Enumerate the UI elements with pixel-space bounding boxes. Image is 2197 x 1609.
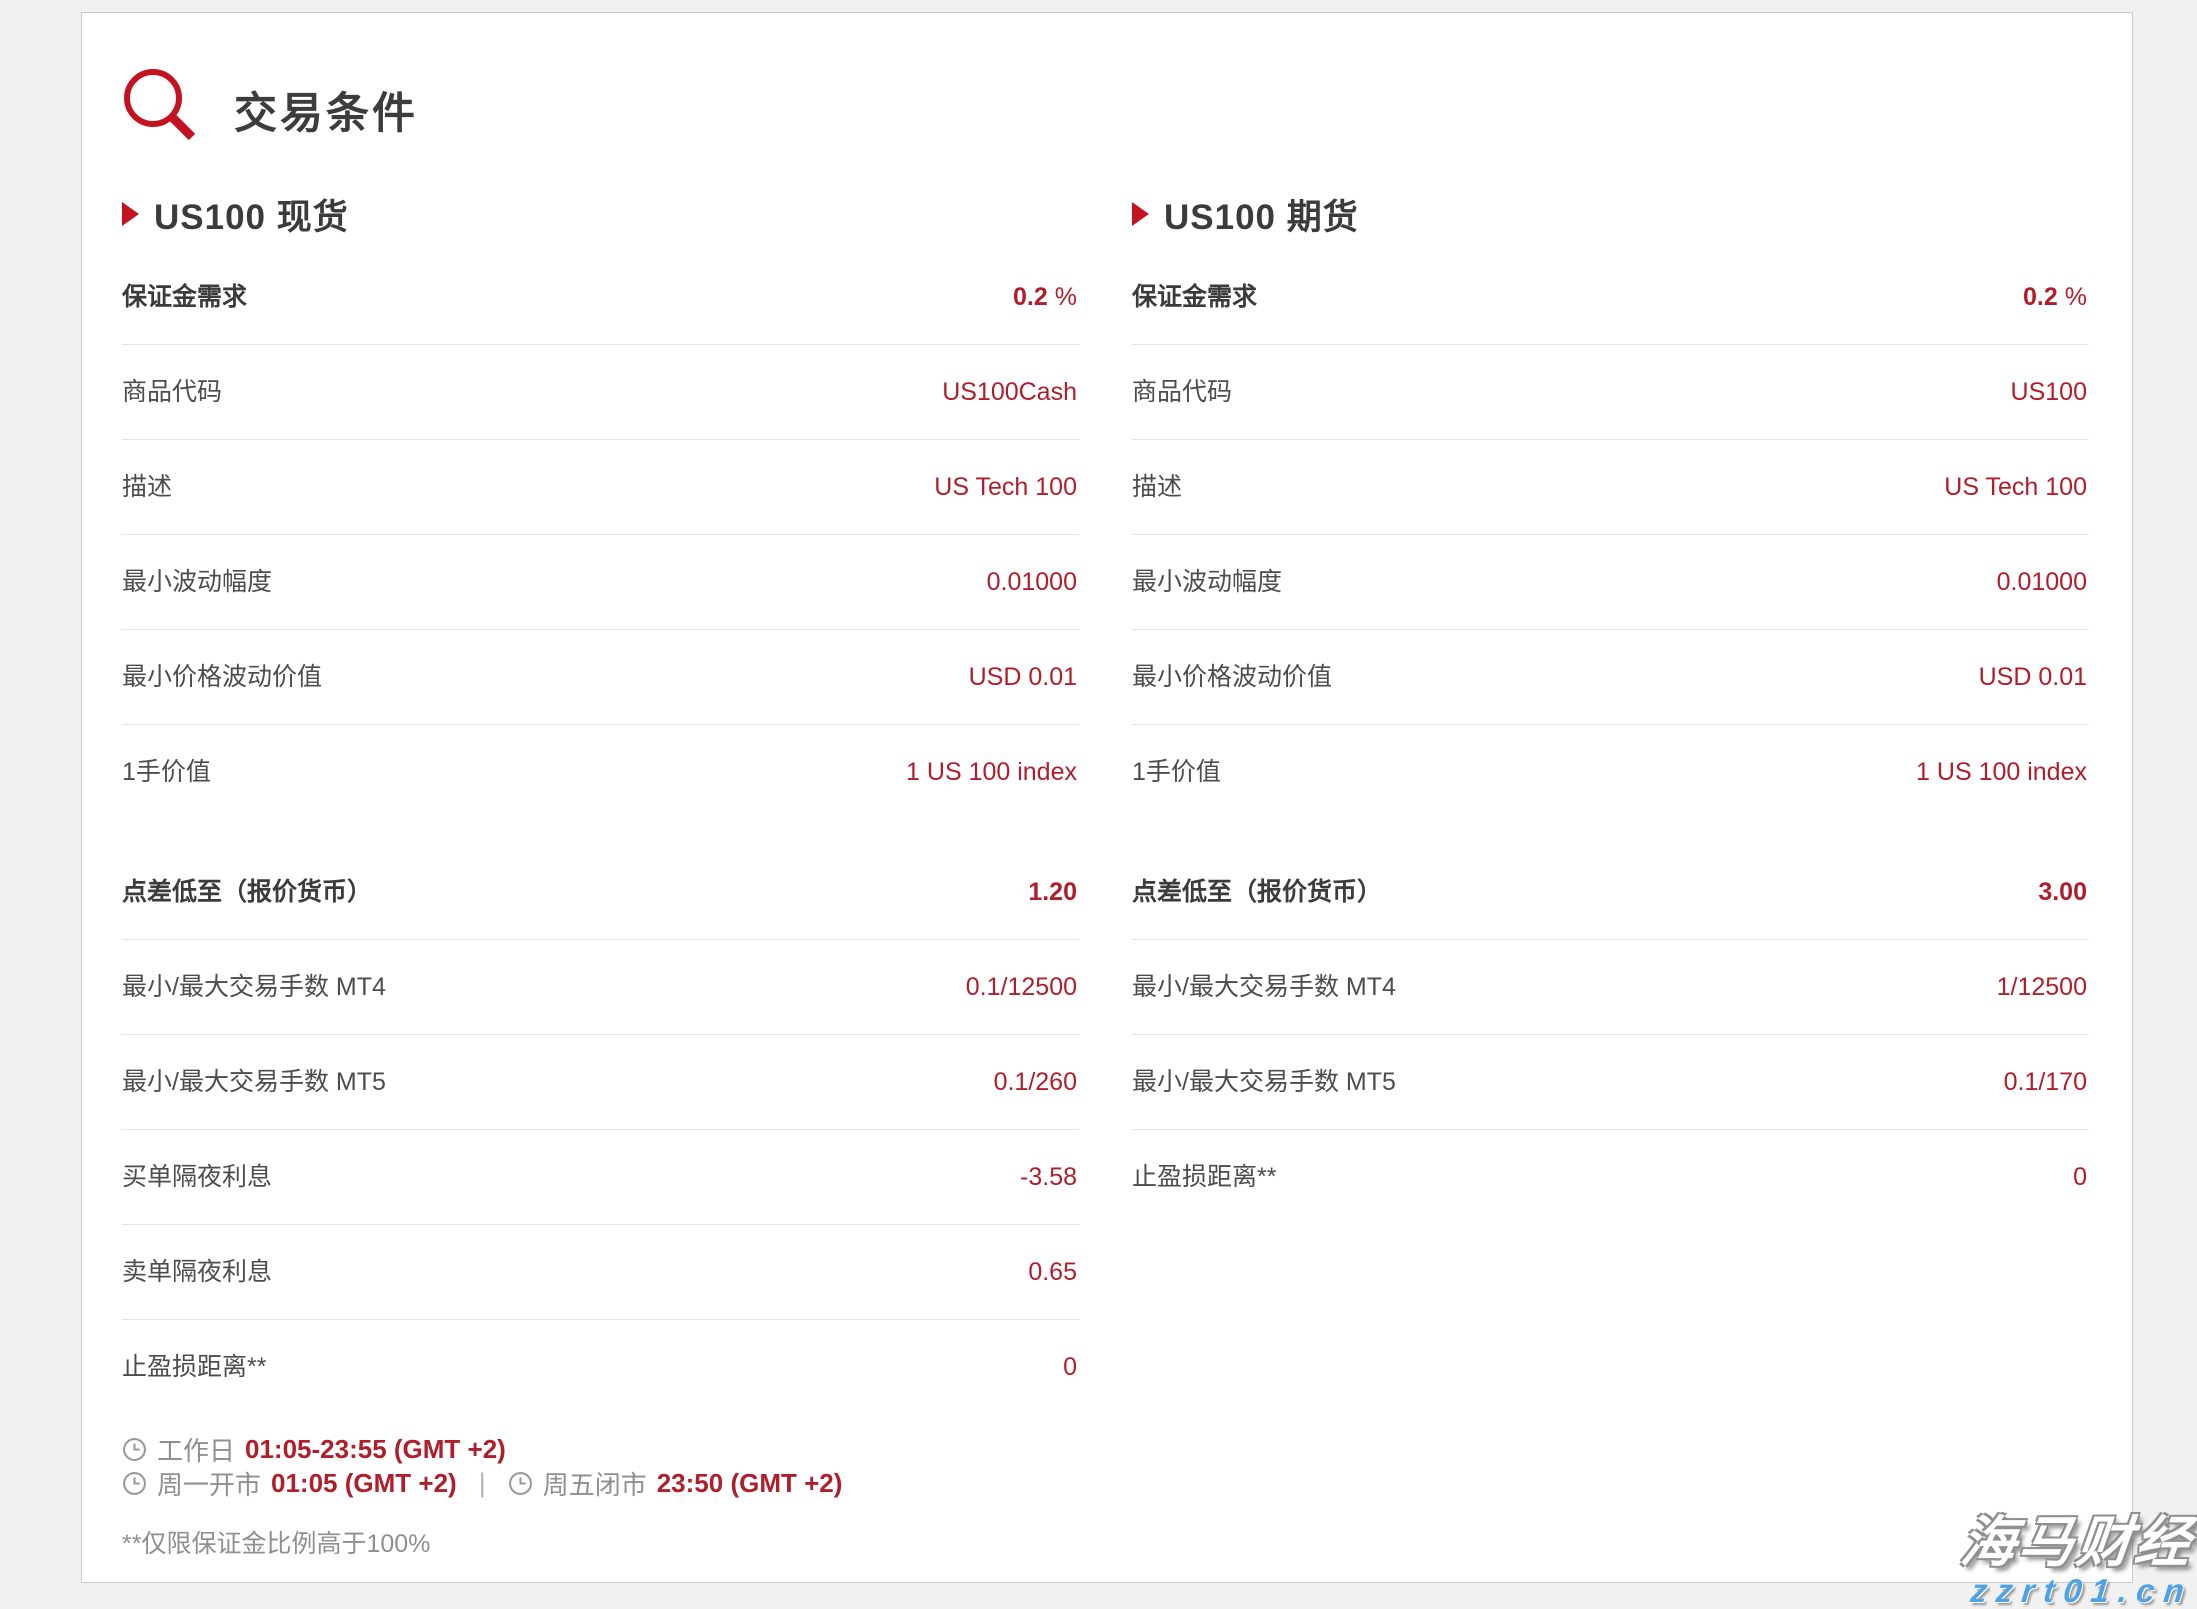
- row-value: 0.1/12500: [966, 973, 1077, 1001]
- row-label: 最小/最大交易手数 MT5: [122, 1068, 386, 1096]
- row-label: 最小/最大交易手数 MT4: [122, 973, 386, 1001]
- row-value: 0: [2073, 1163, 2087, 1191]
- row-label: 描述: [122, 473, 172, 501]
- row-value: 0.65: [1028, 1258, 1077, 1286]
- row-label: 止盈损距离**: [122, 1353, 266, 1381]
- table-row: 最小波动幅度 0.01000: [1132, 535, 2089, 630]
- clock-icon: [122, 1471, 147, 1496]
- table-row: 止盈损距离** 0: [1132, 1130, 2089, 1224]
- triangle-marker-icon: [1132, 202, 1149, 226]
- hours-separator: |: [479, 1468, 486, 1499]
- table-row: 描述 US Tech 100: [1132, 440, 2089, 535]
- row-value: 1 US 100 index: [1916, 758, 2087, 786]
- column-heading-futures: US100 期货: [1132, 194, 2089, 234]
- monday-open-time: 01:05 (GMT +2): [271, 1468, 457, 1499]
- row-value: 0.01000: [1997, 568, 2087, 596]
- magnifier-icon: [122, 67, 204, 153]
- page-title: 交易条件: [234, 79, 418, 141]
- row-value: 1.20: [1028, 878, 1077, 906]
- table-row: 1手价值 1 US 100 index: [1132, 725, 2089, 819]
- weekday-label: 工作日: [157, 1431, 235, 1468]
- row-value: 0: [1063, 1353, 1077, 1381]
- column-us100-cash: US100 现货 保证金需求 0.2% 商品代码 US100Cash 描述 US…: [122, 194, 1079, 1560]
- row-value: -3.58: [1020, 1163, 1077, 1191]
- row-label: 点差低至（报价货币）: [122, 878, 372, 906]
- row-value: US Tech 100: [934, 473, 1077, 501]
- column-heading-cash: US100 现货: [122, 194, 1079, 234]
- row-value: 1/12500: [1997, 973, 2087, 1001]
- row-label: 保证金需求: [1132, 283, 1257, 311]
- watermark: 海马财经 zzrt01.cn: [1961, 1515, 2193, 1607]
- table-row: 点差低至（报价货币） 3.00: [1132, 845, 2089, 940]
- column-us100-futures: US100 期货 保证金需求 0.2% 商品代码 US100 描述 US Tec…: [1132, 194, 2089, 1560]
- row-label: 描述: [1132, 473, 1182, 501]
- weekday-time: 01:05-23:55 (GMT +2): [245, 1434, 506, 1465]
- row-label: 最小波动幅度: [1132, 568, 1282, 596]
- monday-open-label: 周一开市: [157, 1465, 261, 1502]
- row-label: 最小价格波动价值: [122, 663, 322, 691]
- row-value: 0.1/170: [2004, 1068, 2087, 1096]
- trading-hours: 工作日 01:05-23:55 (GMT +2) 周一开市 01:05 (GMT…: [122, 1432, 1079, 1500]
- column-heading-text: US100 现货: [154, 189, 349, 240]
- table-row: 点差低至（报价货币） 1.20: [122, 845, 1079, 940]
- table-row: 最小波动幅度 0.01000: [122, 535, 1079, 630]
- page-header: 交易条件: [122, 64, 2089, 156]
- table-row: 最小价格波动价值 USD 0.01: [122, 630, 1079, 725]
- row-value: US100Cash: [942, 378, 1077, 406]
- clock-icon: [122, 1437, 147, 1462]
- row-label: 最小价格波动价值: [1132, 663, 1332, 691]
- row-label: 商品代码: [122, 378, 222, 406]
- table-row: 1手价值 1 US 100 index: [122, 725, 1079, 819]
- row-value: 0.2%: [1013, 283, 1077, 311]
- row-label: 卖单隔夜利息: [122, 1258, 272, 1286]
- clock-icon: [508, 1471, 533, 1496]
- table-row: 保证金需求 0.2%: [1132, 250, 2089, 345]
- trading-conditions-card: 交易条件 US100 现货 保证金需求 0.2% 商品代码 US100Cash …: [81, 12, 2133, 1583]
- table-row: 最小/最大交易手数 MT5 0.1/170: [1132, 1035, 2089, 1130]
- margin-footnote: **仅限保证金比例高于100%: [122, 1524, 1079, 1560]
- conditions-table-futures: 保证金需求 0.2% 商品代码 US100 描述 US Tech 100 最小波…: [1132, 250, 2089, 1224]
- row-value: USD 0.01: [969, 663, 1077, 691]
- table-row: 最小/最大交易手数 MT4 0.1/12500: [122, 940, 1079, 1035]
- row-label: 最小/最大交易手数 MT4: [1132, 973, 1396, 1001]
- row-label: 止盈损距离**: [1132, 1163, 1276, 1191]
- row-label: 保证金需求: [122, 283, 247, 311]
- weekday-hours-line: 工作日 01:05-23:55 (GMT +2): [122, 1432, 1079, 1466]
- table-row: 卖单隔夜利息 0.65: [122, 1225, 1079, 1320]
- table-row: 止盈损距离** 0: [122, 1320, 1079, 1414]
- table-row: 最小/最大交易手数 MT4 1/12500: [1132, 940, 2089, 1035]
- row-value: US100: [2011, 378, 2087, 406]
- table-row: 描述 US Tech 100: [122, 440, 1079, 535]
- conditions-columns: US100 现货 保证金需求 0.2% 商品代码 US100Cash 描述 US…: [122, 194, 2089, 1560]
- row-label: 商品代码: [1132, 378, 1232, 406]
- watermark-site: zzrt01.cn: [1959, 1574, 2194, 1607]
- friday-close-label: 周五闭市: [543, 1465, 647, 1502]
- column-heading-text: US100 期货: [1164, 189, 1359, 240]
- watermark-brand: 海马财经: [1958, 1515, 2196, 1570]
- row-label: 1手价值: [1132, 758, 1221, 786]
- row-value: 0.1/260: [994, 1068, 1077, 1096]
- table-row: 商品代码 US100: [1132, 345, 2089, 440]
- row-value: 1 US 100 index: [906, 758, 1077, 786]
- table-row: 最小/最大交易手数 MT5 0.1/260: [122, 1035, 1079, 1130]
- row-value: 0.01000: [987, 568, 1077, 596]
- row-value: US Tech 100: [1944, 473, 2087, 501]
- conditions-table-cash: 保证金需求 0.2% 商品代码 US100Cash 描述 US Tech 100…: [122, 250, 1079, 1414]
- table-row: 保证金需求 0.2%: [122, 250, 1079, 345]
- friday-close-time: 23:50 (GMT +2): [657, 1468, 843, 1499]
- row-label: 点差低至（报价货币）: [1132, 878, 1382, 906]
- table-row: 买单隔夜利息 -3.58: [122, 1130, 1079, 1225]
- table-row: 商品代码 US100Cash: [122, 345, 1079, 440]
- row-label: 买单隔夜利息: [122, 1163, 272, 1191]
- row-label: 1手价值: [122, 758, 211, 786]
- row-value: USD 0.01: [1979, 663, 2087, 691]
- row-label: 最小波动幅度: [122, 568, 272, 596]
- row-value: 0.2%: [2023, 283, 2087, 311]
- table-row: 最小价格波动价值 USD 0.01: [1132, 630, 2089, 725]
- row-label: 最小/最大交易手数 MT5: [1132, 1068, 1396, 1096]
- triangle-marker-icon: [122, 202, 139, 226]
- open-close-hours-line: 周一开市 01:05 (GMT +2) | 周五闭市 23:50 (GMT +2…: [122, 1466, 1079, 1500]
- row-value: 3.00: [2038, 878, 2087, 906]
